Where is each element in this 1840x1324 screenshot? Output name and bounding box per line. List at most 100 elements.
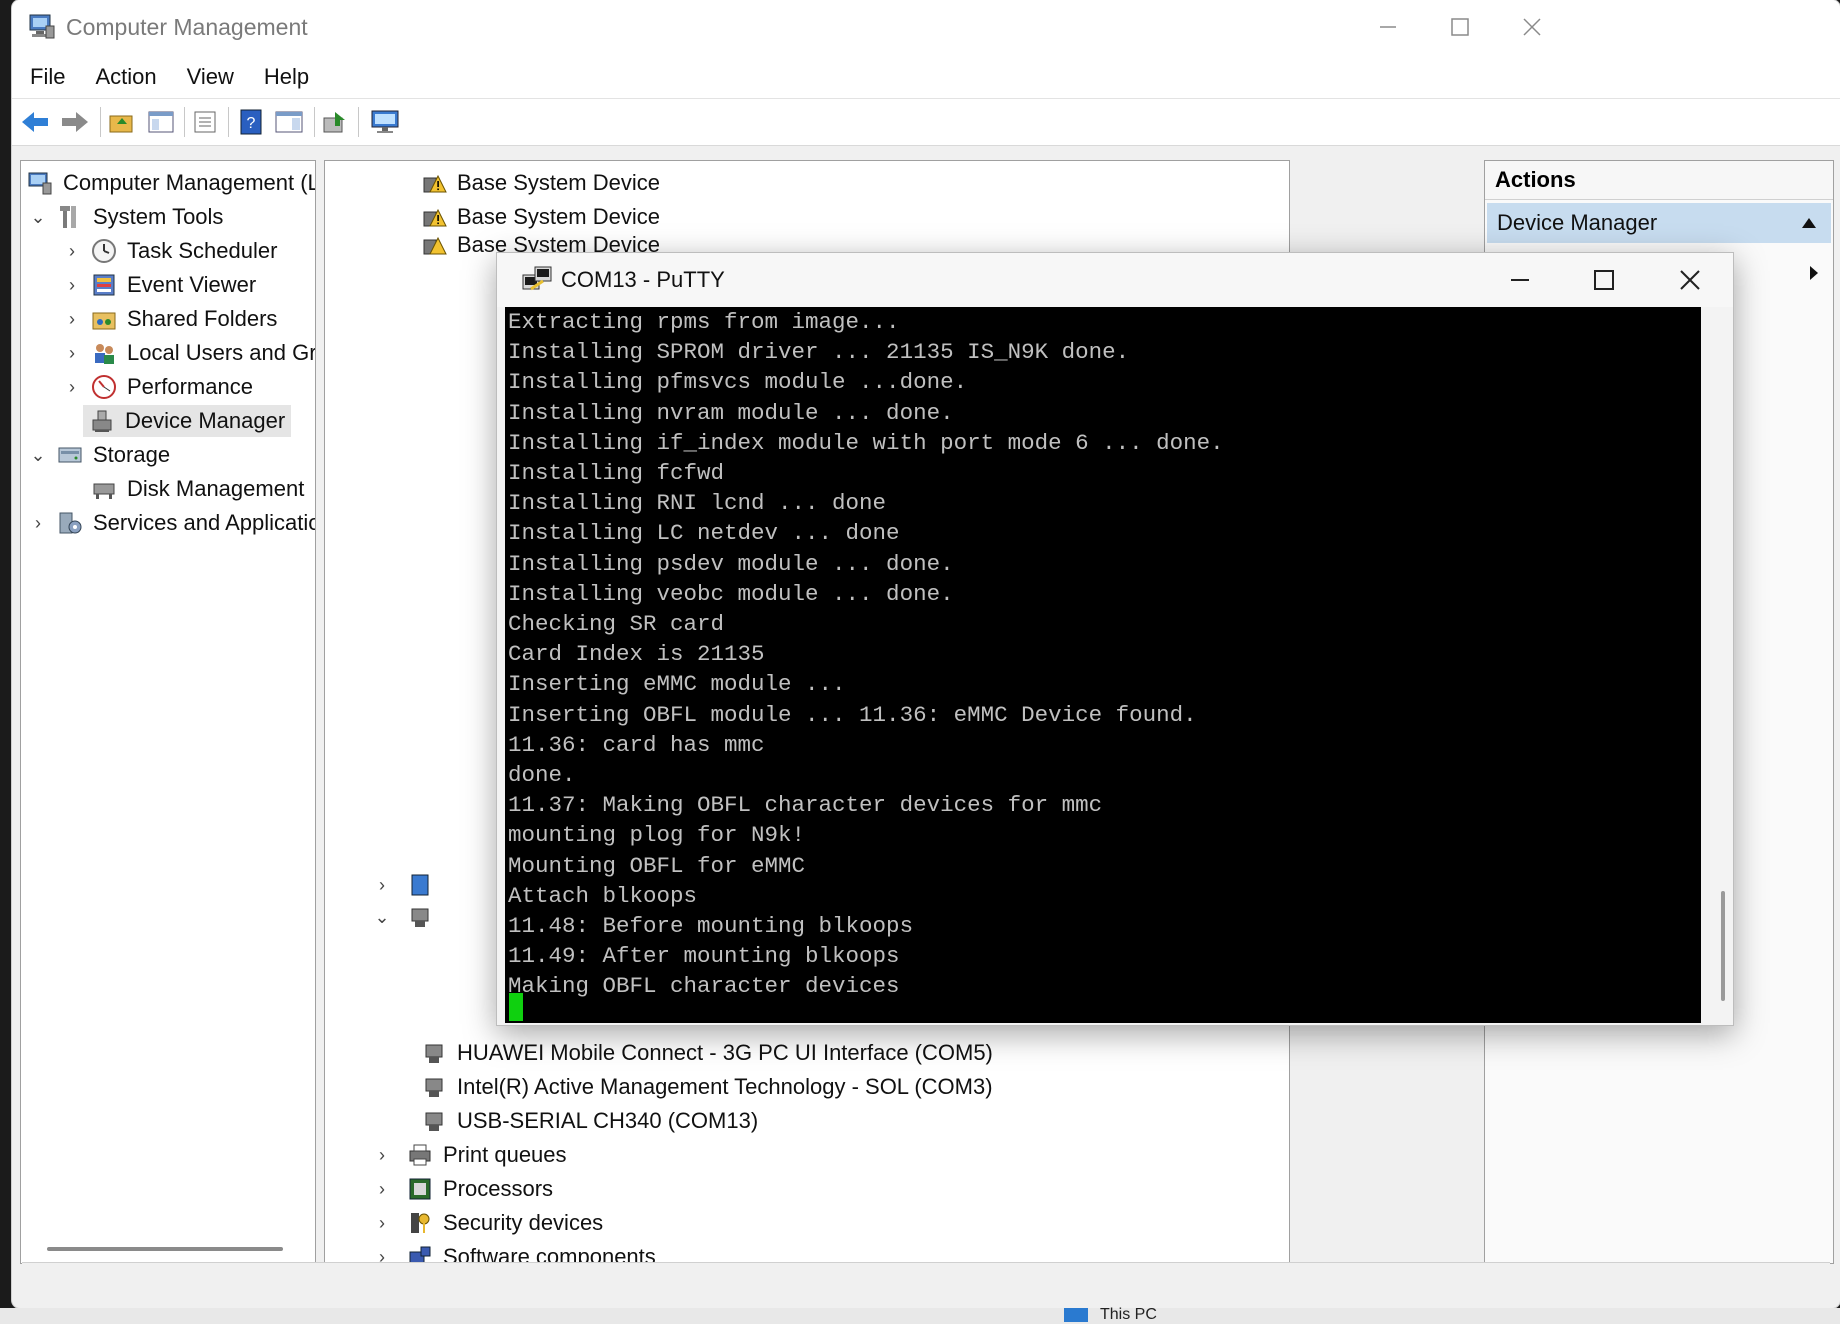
actions-device-manager-section[interactable]: Device Manager — [1487, 203, 1831, 243]
chevron-right-icon[interactable]: › — [371, 1212, 393, 1234]
actions-section-label: Device Manager — [1497, 210, 1658, 235]
terminal-line: Card Index is 21135 — [508, 641, 765, 668]
putty-title-bar[interactable]: COM13 - PuTTY — [497, 253, 1733, 307]
terminal-line: Installing LC netdev ... done — [508, 520, 900, 547]
warning-device-icon — [423, 174, 447, 193]
tree-item-device-manager[interactable]: Device Manager — [83, 405, 292, 437]
svg-text:?: ? — [247, 115, 256, 132]
properties-button[interactable] — [188, 105, 222, 139]
tree-item-services-applications[interactable]: › Services and Applications — [27, 507, 315, 539]
tree-label: Storage — [93, 442, 171, 467]
port-icon — [411, 908, 429, 927]
performance-icon — [92, 375, 116, 399]
collapse-up-icon[interactable] — [1801, 217, 1817, 229]
category-security-devices[interactable]: › Security devices — [371, 1207, 603, 1239]
up-folder-button[interactable] — [104, 105, 138, 139]
chevron-right-icon[interactable]: › — [61, 376, 83, 398]
tree-label: Shared Folders — [127, 306, 278, 331]
forward-button[interactable] — [58, 105, 92, 139]
minimize-icon — [1511, 279, 1529, 281]
help-button[interactable]: ? — [234, 105, 268, 139]
tree-item-shared-folders[interactable]: › Shared Folders — [61, 303, 277, 335]
warning-device-icon — [423, 208, 447, 227]
category-software-components[interactable]: › Software components — [371, 1241, 656, 1263]
toolbar-separator — [228, 107, 229, 137]
menu-file[interactable]: File — [30, 64, 65, 90]
menu-action[interactable]: Action — [95, 64, 156, 90]
security-key-icon — [411, 1213, 430, 1233]
terminal-line: Extracting rpms from image... — [508, 309, 900, 335]
category-processors[interactable]: › Processors — [371, 1173, 553, 1205]
chevron-right-icon[interactable]: › — [371, 1144, 393, 1166]
minimize-button[interactable] — [1368, 10, 1408, 44]
disk-management-icon — [93, 483, 115, 499]
shared-folder-icon — [92, 312, 116, 330]
chevron-down-icon[interactable]: ⌄ — [27, 444, 49, 466]
chevron-right-icon[interactable]: › — [61, 342, 83, 364]
maximize-button[interactable] — [1440, 10, 1480, 44]
tree-item-performance[interactable]: › Performance — [61, 371, 253, 403]
device-category-icon — [411, 874, 429, 896]
device-item[interactable]: Base System Device — [421, 167, 660, 199]
horizontal-scrollbar[interactable] — [47, 1247, 283, 1251]
back-button[interactable] — [18, 105, 52, 139]
console-tree-icon — [148, 111, 174, 133]
device-item[interactable]: Base System Device — [421, 201, 660, 233]
tree-item-storage[interactable]: ⌄ Storage — [27, 439, 170, 471]
menu-help[interactable]: Help — [264, 64, 309, 90]
services-icon — [59, 512, 82, 534]
device-item-usb-serial[interactable]: USB-SERIAL CH340 (COM13) — [421, 1105, 758, 1137]
device-item-intel[interactable]: Intel(R) Active Management Technology - … — [421, 1071, 993, 1103]
putty-maximize-button[interactable] — [1581, 261, 1627, 299]
tree-item-system-tools[interactable]: ⌄ System Tools — [27, 201, 223, 233]
putty-close-button[interactable] — [1667, 261, 1713, 299]
title-bar[interactable]: Computer Management — [12, 0, 1840, 56]
device-label: Intel(R) Active Management Technology - … — [457, 1074, 993, 1099]
tree-item-disk-management[interactable]: Disk Management — [91, 473, 304, 505]
device-item-huawei[interactable]: HUAWEI Mobile Connect - 3G PC UI Interfa… — [421, 1037, 993, 1069]
putty-title: COM13 - PuTTY — [561, 267, 725, 292]
terminal-line: Installing pfmsvcs module ...done. — [508, 369, 968, 396]
tree-item-task-scheduler[interactable]: › Task Scheduler — [61, 235, 277, 267]
tree-label: Disk Management — [127, 476, 305, 501]
terminal-line: Inserting eMMC module ... — [508, 671, 846, 698]
menu-view[interactable]: View — [187, 64, 234, 90]
taskbar-this-pc[interactable]: This PC — [1100, 1306, 1157, 1324]
terminal-line: Attach blkoops — [508, 882, 698, 909]
close-button[interactable] — [1512, 10, 1552, 44]
update-driver-icon — [323, 112, 345, 133]
chevron-right-icon[interactable]: › — [371, 1178, 393, 1200]
terminal-line: 11.37: Making OBFL character devices for… — [508, 792, 1103, 819]
tree-item-event-viewer[interactable]: › Event Viewer — [61, 269, 256, 301]
chevron-right-icon[interactable]: › — [61, 308, 83, 330]
more-actions-arrow-icon[interactable] — [1809, 265, 1819, 281]
toolbar-separator — [184, 107, 185, 137]
chevron-down-icon[interactable]: ⌄ — [27, 206, 49, 228]
update-driver-button[interactable] — [318, 105, 352, 139]
software-component-icon — [409, 1246, 431, 1263]
show-action-pane-button[interactable] — [272, 105, 306, 139]
terminal-line: Installing RNI lcnd ... done — [508, 490, 887, 517]
terminal-screen[interactable]: Extracting rpms from image... Installing … — [505, 307, 1701, 1023]
putty-scrollbar[interactable] — [1721, 891, 1725, 1001]
chevron-right-icon[interactable]: › — [61, 240, 83, 262]
scan-hardware-button[interactable] — [368, 105, 402, 139]
terminal-line: Installing nvram module ... done. — [508, 399, 954, 426]
close-icon — [1680, 270, 1700, 290]
putty-icon — [522, 266, 552, 291]
device-category-collapsed[interactable]: › — [371, 869, 443, 901]
chevron-right-icon[interactable]: › — [27, 512, 49, 534]
device-label: HUAWEI Mobile Connect - 3G PC UI Interfa… — [457, 1040, 993, 1065]
category-print-queues[interactable]: › Print queues — [371, 1139, 567, 1171]
port-icon — [425, 1044, 443, 1063]
tree-label: Event Viewer — [127, 272, 257, 297]
chevron-right-icon[interactable]: › — [61, 274, 83, 296]
show-hide-tree-button[interactable] — [144, 105, 178, 139]
putty-minimize-button[interactable] — [1497, 261, 1543, 299]
chevron-down-icon[interactable]: ⌄ — [371, 906, 393, 928]
event-viewer-icon — [93, 274, 115, 296]
tree-item-local-users-groups[interactable]: › Local Users and Groups — [61, 337, 315, 369]
tree-item-computer-management[interactable]: Computer Management (Local — [27, 167, 315, 199]
ports-category[interactable]: ⌄ — [371, 901, 443, 933]
chevron-right-icon[interactable]: › — [371, 874, 393, 896]
